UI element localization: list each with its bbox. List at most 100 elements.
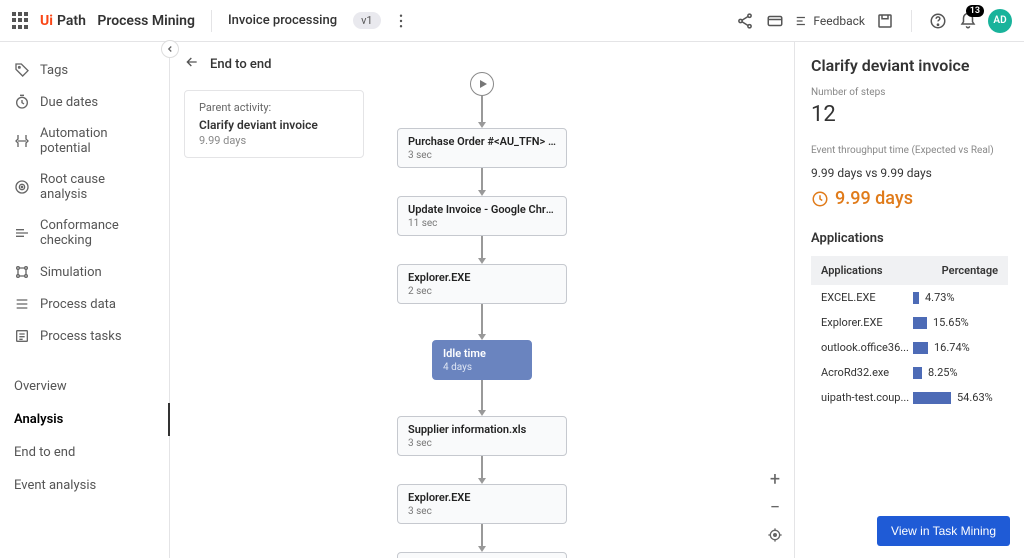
sidebar-link-overview[interactable]: Overview <box>0 370 169 403</box>
pct-bar <box>913 317 927 329</box>
notif-badge: 13 <box>966 5 984 17</box>
canvas-title: End to end <box>210 57 271 72</box>
process-name[interactable]: Invoice processing <box>228 13 337 28</box>
sidebar-link-end-to-end[interactable]: End to end <box>0 436 169 469</box>
app-launcher-icon[interactable] <box>12 12 30 30</box>
node-duration: 3 sec <box>408 150 556 161</box>
sidebar-item-automation[interactable]: Automation potential <box>0 118 169 164</box>
table-header: Applications Percentage <box>811 256 1008 285</box>
table-row[interactable]: AcroRd32.exe 8.25% <box>811 360 1008 385</box>
share-icon[interactable] <box>735 11 755 31</box>
node-duration: 3 sec <box>408 438 556 449</box>
topbar: UiPath Process Mining Invoice processing… <box>0 0 1024 42</box>
avatar[interactable]: AD <box>988 9 1012 33</box>
sidebar-label: Due dates <box>40 95 98 110</box>
details-panel: Clarify deviant invoice Number of steps … <box>794 42 1024 558</box>
card-icon[interactable] <box>765 11 785 31</box>
more-icon[interactable] <box>391 11 411 31</box>
feedback-button[interactable]: Feedback <box>795 14 865 28</box>
table-row[interactable]: EXCEL.EXE 4.73% <box>811 285 1008 310</box>
table-row[interactable]: Explorer.EXE 15.65% <box>811 310 1008 335</box>
node-title: Explorer.EXE <box>408 491 556 504</box>
sidebar-label: Root cause analysis <box>40 172 155 202</box>
parent-dur: 9.99 days <box>199 134 349 147</box>
process-flow: Purchase Order #<AU_TFN> - ...3 sec Updat… <box>352 72 612 558</box>
sidebar-label: Automation potential <box>40 126 155 156</box>
brand-ui: Ui <box>40 13 53 29</box>
applications-heading: Applications <box>811 231 1008 246</box>
node-duration: 2 sec <box>408 286 556 297</box>
activity-node[interactable]: Supplier information.xls 3 sec <box>397 416 567 456</box>
clock-icon <box>811 190 829 208</box>
activity-node[interactable]: Update Invoice - Google Chrome <box>397 552 567 558</box>
notifications-icon[interactable]: 13 <box>958 11 978 31</box>
sidebar-item-root-cause[interactable]: Root cause analysis <box>0 164 169 210</box>
feedback-label: Feedback <box>813 14 865 28</box>
divider <box>211 10 212 32</box>
parent-activity-card[interactable]: Parent activity: Clarify deviant invoice… <box>184 90 364 158</box>
start-node-icon[interactable] <box>470 72 494 96</box>
node-title: Idle time <box>443 347 521 360</box>
node-duration: 3 sec <box>408 506 556 517</box>
pct-bar <box>913 292 919 304</box>
table-row[interactable]: uipath-test.coup... 54.63% <box>811 385 1008 410</box>
activity-node[interactable]: Explorer.EXE 3 sec <box>397 484 567 524</box>
version-chip[interactable]: v1 <box>353 12 381 29</box>
node-title: Supplier information.xls <box>408 423 556 436</box>
sidebar-item-due-dates[interactable]: Due dates <box>0 86 169 118</box>
node-title: Update Invoice - Google Chrome <box>408 203 556 216</box>
sidebar-label: Process tasks <box>40 329 122 344</box>
back-icon[interactable] <box>184 54 200 74</box>
parent-name: Clarify deviant invoice <box>199 118 349 132</box>
sidebar-item-process-data[interactable]: Process data <box>0 288 169 320</box>
pct-value: 16.74% <box>934 341 970 354</box>
throughput-highlight: 9.99 days <box>811 188 1008 209</box>
sidebar-item-simulation[interactable]: Simulation <box>0 256 169 288</box>
brand-logo: UiPath Process Mining <box>40 13 195 29</box>
pct-bar <box>913 367 922 379</box>
throughput-label: Event throughput time (Expected vs Real) <box>811 145 1008 156</box>
zoom-in-icon[interactable]: + <box>766 470 784 488</box>
brand-product: Process Mining <box>97 13 195 29</box>
app-name: AcroRd32.exe <box>821 366 913 379</box>
sidebar-link-analysis[interactable]: Analysis <box>0 403 170 436</box>
table-row[interactable]: outlook.office36...16.74% <box>811 335 1008 360</box>
throughput-value: 9.99 days <box>835 188 913 209</box>
pct-value: 8.25% <box>928 366 958 379</box>
sidebar-label: Process data <box>40 297 116 312</box>
parent-label: Parent activity: <box>199 101 349 114</box>
sidebar: Tags Due dates Automation potential Root… <box>0 42 170 558</box>
app-name: uipath-test.coup... <box>821 391 913 404</box>
help-icon[interactable] <box>928 11 948 31</box>
idle-node[interactable]: Idle time4 days <box>432 340 532 380</box>
activity-node[interactable]: Update Invoice - Google Chrome 11 sec <box>397 196 567 236</box>
zoom-controls: + − <box>766 470 784 544</box>
save-icon[interactable] <box>875 11 895 31</box>
node-duration: 11 sec <box>408 218 556 229</box>
sidebar-link-event-analysis[interactable]: Event analysis <box>0 469 169 502</box>
col-apps: Applications <box>821 264 942 277</box>
sidebar-item-process-tasks[interactable]: Process tasks <box>0 320 169 352</box>
sidebar-item-conformance[interactable]: Conformance checking <box>0 210 169 256</box>
app-name: Explorer.EXE <box>821 316 913 329</box>
view-task-mining-button[interactable]: View in Task Mining <box>877 516 1010 546</box>
sidebar-label: Conformance checking <box>40 218 155 248</box>
app-name: EXCEL.EXE <box>821 291 913 304</box>
pct-value: 15.65% <box>933 316 969 329</box>
locate-icon[interactable] <box>766 526 784 544</box>
panel-title: Clarify deviant invoice <box>811 56 1008 75</box>
activity-node[interactable]: Purchase Order #<AU_TFN> - ...3 sec <box>397 128 567 168</box>
main: Tags Due dates Automation potential Root… <box>0 42 1024 558</box>
zoom-out-icon[interactable]: − <box>766 498 784 516</box>
sidebar-label: Tags <box>40 63 68 78</box>
pct-bar <box>913 342 928 354</box>
throughput-vs: 9.99 days vs 9.99 days <box>811 166 1008 180</box>
activity-node[interactable]: Explorer.EXE2 sec <box>397 264 567 304</box>
pct-value: 54.63% <box>957 391 993 404</box>
sidebar-item-tags[interactable]: Tags <box>0 54 169 86</box>
canvas[interactable]: End to end Parent activity: Clarify devi… <box>170 42 794 558</box>
pct-value: 4.73% <box>925 291 955 304</box>
steps-label: Number of steps <box>811 87 1008 98</box>
collapse-sidebar-icon[interactable] <box>161 40 179 58</box>
brand-path: Path <box>57 13 86 29</box>
